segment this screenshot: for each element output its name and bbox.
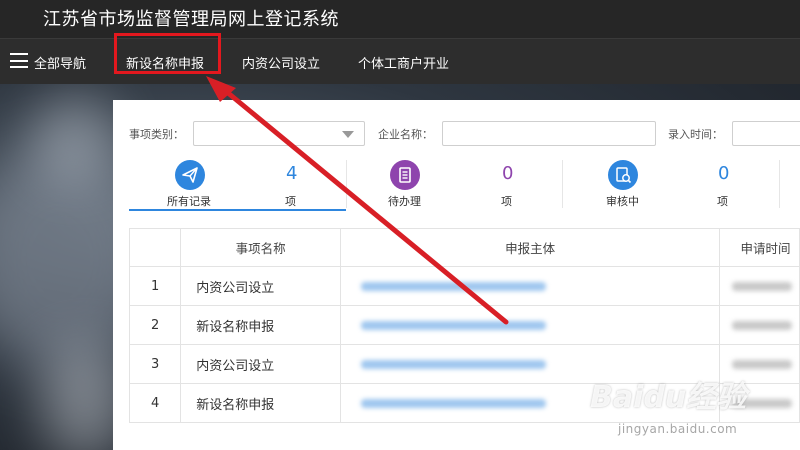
- baidu-watermark: Baidu经验 jingyan.baidu.com: [590, 380, 747, 436]
